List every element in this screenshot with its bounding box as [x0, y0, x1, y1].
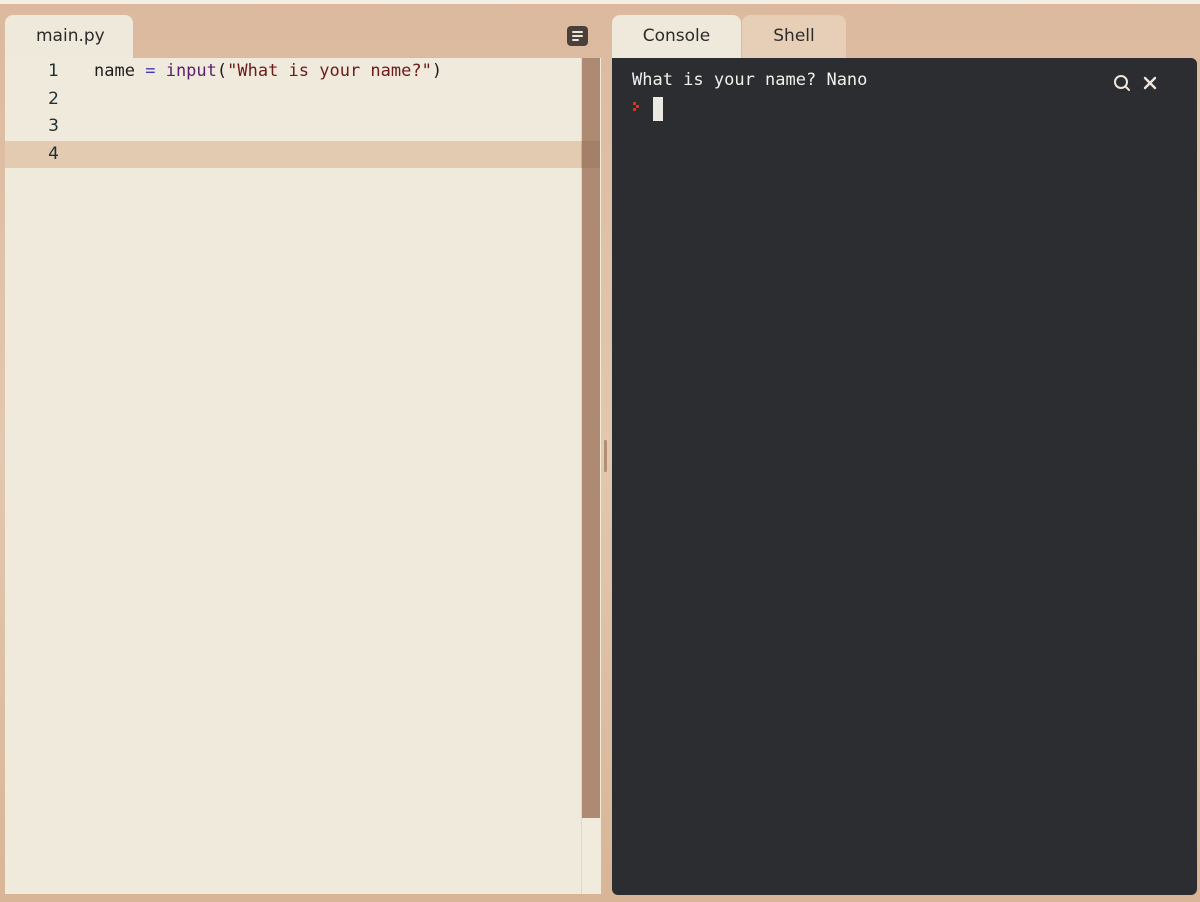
code-editor[interactable]: 1 name = input("What is your name?") 2 3 4	[5, 58, 581, 894]
code-line[interactable]: 4	[5, 141, 581, 169]
code-token-punc: (	[216, 61, 228, 81]
prompt-chevron-icon	[633, 102, 639, 111]
line-number: 3	[48, 116, 59, 137]
code-token-punc: )	[431, 61, 443, 81]
code-token-punc	[135, 61, 145, 81]
line-number: 4	[48, 144, 59, 165]
line-number: 2	[48, 88, 59, 109]
menu-icon-line	[572, 35, 583, 37]
console-input-cursor[interactable]	[653, 97, 663, 121]
tab-console[interactable]: Console	[612, 15, 741, 58]
tab-shell-label: Shell	[773, 26, 815, 46]
code-token-op: =	[145, 61, 156, 81]
window-top-edge	[0, 0, 1200, 4]
menu-icon	[572, 31, 583, 33]
tab-label: main.py	[36, 26, 105, 46]
code-token-fn: input	[165, 61, 217, 81]
search-icon[interactable]	[1112, 73, 1132, 93]
line-number: 1	[48, 61, 59, 81]
editor-scrollbar-thumb[interactable]	[582, 58, 600, 818]
code-line[interactable]: 1 name = input("What is your name?")	[5, 58, 581, 85]
code-line[interactable]: 2	[5, 86, 581, 113]
code-text: name = input("What is your name?")	[94, 58, 442, 85]
close-icon[interactable]	[1140, 73, 1160, 93]
code-token-str: "What is your name?"	[227, 61, 432, 81]
menu-icon-line	[572, 39, 579, 41]
code-token-var: name	[94, 61, 135, 81]
code-token-punc	[155, 61, 165, 81]
code-line[interactable]: 3	[5, 113, 581, 140]
active-line-gutter-marker	[581, 141, 600, 168]
console-panel[interactable]: What is your name? Nano	[612, 58, 1197, 895]
editor-menu-button[interactable]	[567, 26, 588, 46]
tab-main-py[interactable]: main.py	[5, 15, 133, 59]
tab-console-label: Console	[642, 26, 711, 46]
tab-shell[interactable]: Shell	[742, 15, 846, 58]
console-output-line: What is your name? Nano	[632, 70, 868, 90]
pane-resize-handle[interactable]	[604, 440, 607, 472]
